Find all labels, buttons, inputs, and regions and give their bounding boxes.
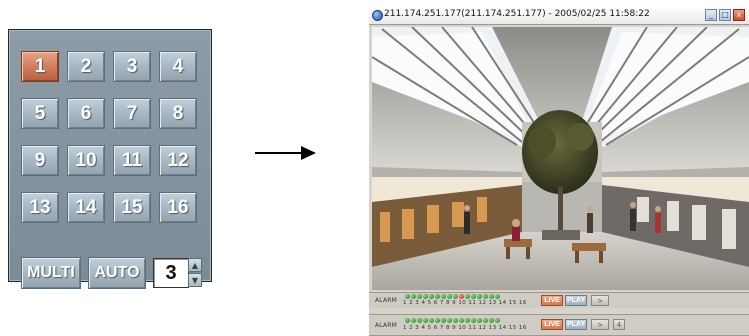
alarm-led-9 — [453, 318, 458, 323]
alarm-led-5 — [429, 294, 434, 299]
alarm-label: ALARM — [375, 297, 398, 304]
title-bar[interactable]: 211.174.251.177(211.174.251.177) - 2005/… — [369, 7, 749, 25]
alarm-numbers: 1 2 3 4 5 6 7 8 9 10 11 12 13 14 15 16 — [403, 300, 527, 306]
alarm-led-7 — [441, 294, 446, 299]
channel-selector-panel: 1 2 3 4 5 6 7 8 9 10 11 12 13 14 15 16 MULTI AUTO 3 ▲ ▼ — [8, 29, 212, 289]
channel-button-14[interactable]: 14 — [67, 192, 105, 223]
alarm-led-6 — [435, 318, 440, 323]
spin-up-icon[interactable]: ▲ — [188, 258, 202, 272]
channel-button-2[interactable]: 2 — [67, 51, 105, 82]
alarm-led-16 — [495, 318, 500, 323]
alarm-indicators — [405, 318, 500, 323]
live-button[interactable]: LIVE — [541, 295, 563, 306]
channel-button-7[interactable]: 7 — [113, 98, 151, 129]
alarm-led-13 — [477, 294, 482, 299]
multi-button[interactable]: MULTI — [21, 257, 81, 289]
minimize-button[interactable]: _ — [705, 9, 717, 21]
alarm-led-15 — [489, 318, 494, 323]
alarm-indicators — [405, 294, 500, 299]
channel-button-4[interactable]: 4 — [159, 51, 197, 82]
next-button[interactable]: > — [591, 295, 609, 306]
viewer-window: 211.174.251.177(211.174.251.177) - 2005/… — [369, 7, 749, 336]
auto-button[interactable]: AUTO — [88, 257, 146, 289]
channel-button-6[interactable]: 6 — [67, 98, 105, 129]
play-button[interactable]: PLAY — [565, 295, 587, 306]
play-button[interactable]: PLAY — [565, 319, 587, 330]
alarm-led-15 — [489, 294, 494, 299]
alarm-led-8 — [447, 294, 452, 299]
close-button[interactable]: x — [733, 9, 745, 21]
alarm-led-14 — [483, 318, 488, 323]
alarm-led-2 — [411, 318, 416, 323]
alarm-led-13 — [477, 318, 482, 323]
channel-button-12[interactable]: 12 — [159, 145, 197, 176]
channel-button-5[interactable]: 5 — [21, 98, 59, 129]
alarm-numbers: 1 2 3 4 5 6 7 8 9 10 11 12 13 14 15 16 — [403, 325, 527, 331]
channel-button-15[interactable]: 15 — [113, 192, 151, 223]
channel-button-13[interactable]: 13 — [21, 192, 59, 223]
page-button[interactable]: 4 — [613, 319, 625, 330]
alarm-led-6 — [435, 294, 440, 299]
channel-button-1[interactable]: 1 — [21, 51, 59, 82]
alarm-led-12 — [471, 318, 476, 323]
channel-button-10[interactable]: 10 — [67, 145, 105, 176]
mall-interior-image — [372, 27, 749, 290]
channel-button-9[interactable]: 9 — [21, 145, 59, 176]
alarm-led-11 — [465, 318, 470, 323]
alarm-led-8 — [447, 318, 452, 323]
alarm-led-1 — [405, 294, 410, 299]
camera-icon — [372, 10, 383, 21]
alarm-led-12 — [471, 294, 476, 299]
channel-button-3[interactable]: 3 — [113, 51, 151, 82]
alarm-led-7 — [441, 318, 446, 323]
alarm-led-9 — [453, 294, 458, 299]
live-button[interactable]: LIVE — [541, 319, 563, 330]
alarm-label: ALARM — [375, 322, 398, 329]
right-arrow-icon — [255, 146, 316, 160]
alarm-led-10 — [459, 294, 464, 299]
alarm-status-bar: ALARM 1 2 3 4 5 6 7 8 9 10 11 12 13 14 1… — [369, 292, 749, 308]
alarm-led-16 — [495, 294, 500, 299]
alarm-led-4 — [423, 318, 428, 323]
alarm-led-3 — [417, 294, 422, 299]
alarm-led-5 — [429, 318, 434, 323]
split-count-field[interactable]: 3 — [153, 258, 189, 288]
live-video-feed[interactable] — [372, 27, 749, 290]
next-button[interactable]: > — [591, 319, 609, 330]
alarm-led-11 — [465, 294, 470, 299]
alarm-led-3 — [417, 318, 422, 323]
alarm-led-10 — [459, 318, 464, 323]
alarm-status-bar-secondary: ALARM 1 2 3 4 5 6 7 8 9 10 11 12 13 14 1… — [369, 314, 749, 336]
alarm-led-2 — [411, 294, 416, 299]
alarm-led-14 — [483, 294, 488, 299]
channel-button-8[interactable]: 8 — [159, 98, 197, 129]
alarm-led-4 — [423, 294, 428, 299]
alarm-led-1 — [405, 318, 410, 323]
maximize-button[interactable]: □ — [719, 9, 731, 21]
channel-button-16[interactable]: 16 — [159, 192, 197, 223]
window-title: 211.174.251.177(211.174.251.177) - 2005/… — [384, 9, 650, 19]
channel-button-11[interactable]: 11 — [113, 145, 151, 176]
spin-down-icon[interactable]: ▼ — [188, 273, 202, 287]
